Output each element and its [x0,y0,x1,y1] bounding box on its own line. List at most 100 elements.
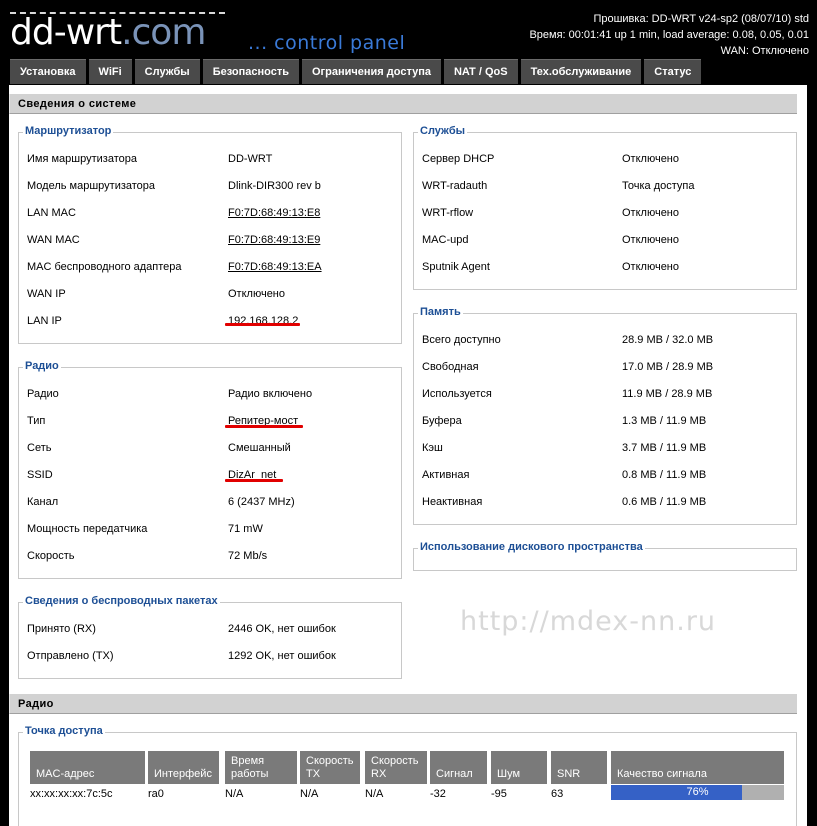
dd-wrt-logo: dd-wrt.com [10,10,240,56]
tab-administration[interactable]: Тех.обслуживание [520,59,642,84]
row-label: Всего доступно [422,334,501,346]
row-label: Мощность передатчика [27,523,148,535]
row-label: Sputnik Agent [422,261,490,273]
row-value: 17.0 MB / 28.9 MB [622,361,714,373]
row-value: 0.8 MB / 11.9 MB [622,469,707,481]
system-info-title: Сведения о системе [9,94,797,114]
tab-nat-qos[interactable]: NAT / QoS [443,59,518,84]
uptime-info: Время: 00:01:41 up 1 min, load average: … [529,29,809,41]
info-row: Отправлено (TX) 1292 OK, нет ошибок [19,650,401,664]
lan-mac-link[interactable]: F0:7D:68:49:13:E8 [228,207,320,219]
col-header-bottom: Качество сигнала [617,768,707,780]
header-info: Прошивка: DD-WRT v24-sp2 (08/07/10) std … [529,11,809,59]
info-row: WRT-rflow Отключено [414,207,796,221]
col-header-top: Скорость [371,755,419,767]
row-label: Сеть [27,442,52,454]
row-value: 72 Mb/s [228,550,268,562]
info-row: Sputnik Agent Отключено [414,261,796,275]
highlight-underline [225,425,303,428]
info-row: Скорость 72 Mb/s [19,550,401,564]
access-point-legend: Точка доступа [23,725,105,737]
col-header-rx-rate: Скорость RX [365,751,427,784]
info-row: Канал 6 (2437 MHz) [19,496,401,510]
row-label: Используется [422,388,492,400]
highlight-underline [225,323,300,326]
row-label: WAN MAC [27,234,80,246]
memory-fieldset: Память Всего доступно 28.9 MB / 32.0 MB С… [413,306,797,525]
row-label: Скорость [27,550,75,562]
col-header-bottom: RX [371,768,387,780]
col-header-uptime: Время работы [225,751,297,784]
cell-uptime: N/A [225,788,244,800]
col-header-bottom: SNR [557,768,581,780]
row-label: MAC беспроводного адаптера [27,261,182,273]
info-row: Сервер DHCP Отключено [414,153,796,167]
col-header-bottom: MAC-адрес [36,768,95,780]
logo-main: dd-wrt [10,12,122,53]
disk-usage-fieldset: Использование дискового пространства [413,541,797,571]
tab-status[interactable]: Статус [644,59,702,84]
row-value: Отключено [622,153,679,165]
info-row: Радио Радио включено [19,388,401,402]
logo-text: dd-wrt.com [10,10,206,56]
info-row: Принято (RX) 2446 OK, нет ошибок [19,623,401,637]
info-row: SSID DizAr_net [19,469,401,483]
radio-fieldset: Радио Радио Радио включено Тип Репитер-мос… [18,360,402,579]
row-value: Радио включено [228,388,313,400]
col-header-bottom: Шум [497,768,521,780]
cell-signal: -32 [430,788,446,800]
row-value: Точка доступа [622,180,695,192]
row-value: Dlink-DIR300 rev b [228,180,321,192]
wan-mac-link[interactable]: F0:7D:68:49:13:E9 [228,234,320,246]
watermark: http://mdex-nn.ru [460,606,717,637]
control-panel-label: ... control panel [248,32,406,54]
col-header-snr: SNR [551,751,607,784]
row-label: SSID [27,469,53,481]
row-value: 6 (2437 MHz) [228,496,295,508]
row-value: 0.6 MB / 11.9 MB [622,496,707,508]
row-value: Отключено [228,288,285,300]
row-label: Модель маршрутизатора [27,180,156,192]
row-label: Радио [27,388,59,400]
info-row: LAN IP 192.168.128.2 [19,315,401,329]
row-label: Имя маршрутизатора [27,153,137,165]
row-label: WAN IP [27,288,66,300]
cell-rx: N/A [365,788,384,800]
tab-setup[interactable]: Установка [10,59,86,84]
info-row: Всего доступно 28.9 MB / 32.0 MB [414,334,796,348]
row-value: 71 mW [228,523,263,535]
wireless-packets-legend: Сведения о беспроводных пакетах [23,595,220,607]
highlight-underline [225,479,283,482]
row-label: LAN IP [27,315,62,327]
wireless-packets-fieldset: Сведения о беспроводных пакетах Принято … [18,595,402,679]
row-label: Канал [27,496,59,508]
tab-security[interactable]: Безопасность [202,59,299,84]
col-header-top: Скорость [306,755,354,767]
memory-legend: Память [418,306,463,318]
col-header-bottom: работы [231,768,269,780]
row-value: Смешанный [228,442,291,454]
services-legend: Службы [418,125,468,137]
row-label: Свободная [422,361,479,373]
row-value: DD-WRT [228,153,273,165]
logo-suffix: .com [121,12,206,53]
row-label: MAC-upd [422,234,469,246]
main-tabs: Установка WiFi Службы Безопасность Огран… [10,59,702,84]
tab-wifi[interactable]: WiFi [88,59,132,84]
radio-legend: Радио [23,360,61,372]
row-value: Отключено [622,234,679,246]
row-label: WRT-rflow [422,207,474,219]
row-value: 28.9 MB / 32.0 MB [622,334,714,346]
row-value: Отключено [622,207,679,219]
tab-services[interactable]: Службы [134,59,200,84]
row-label: Активная [422,469,470,481]
row-label: Кэш [422,442,443,454]
wireless-mac-link[interactable]: F0:7D:68:49:13:EA [228,261,322,273]
info-row: Буфера 1.3 MB / 11.9 MB [414,415,796,429]
info-row: Используется 11.9 MB / 28.9 MB [414,388,796,402]
row-value: 2446 OK, нет ошибок [228,623,336,635]
row-value: 3.7 MB / 11.9 MB [622,442,707,454]
col-header-tx-rate: Скорость TX [300,751,360,784]
row-label: Неактивная [422,496,483,508]
tab-access-restrictions[interactable]: Ограничения доступа [302,59,441,84]
